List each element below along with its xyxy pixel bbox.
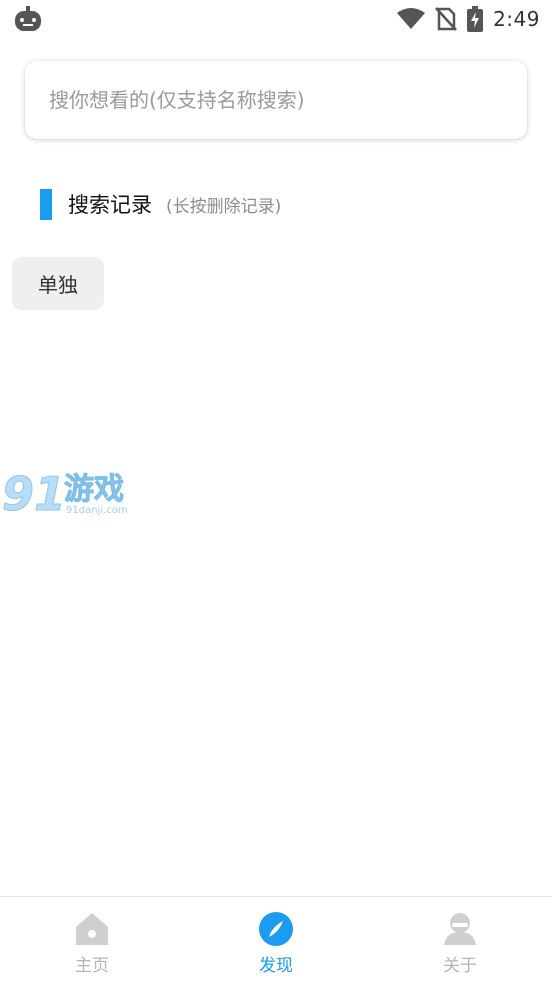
nav-item-home[interactable]: 主页 [0, 897, 184, 983]
nav-item-discover[interactable]: 发现 [184, 897, 368, 983]
nav-label-discover: 发现 [259, 956, 293, 976]
app-notification-icon [15, 6, 41, 31]
history-chip[interactable]: 单独 [12, 257, 104, 310]
battery-charging-icon [467, 6, 484, 32]
wifi-icon [397, 8, 426, 29]
svg-text:91: 91 [2, 467, 66, 520]
status-bar: 2:49 [0, 0, 552, 38]
user-icon [444, 913, 476, 945]
nav-label-about: 关于 [443, 956, 477, 976]
search-input[interactable] [49, 88, 527, 112]
section-accent-bar [40, 188, 52, 220]
search-history-title: 搜索记录 [68, 193, 152, 217]
status-icons: 2:49 [397, 5, 540, 33]
svg-text:91danji.com: 91danji.com [66, 505, 128, 516]
watermark-logo: 91 游戏 91danji.com [2, 467, 128, 521]
search-box[interactable] [25, 61, 527, 139]
search-history-hint: (长按删除记录) [166, 196, 282, 217]
status-time: 2:49 [493, 7, 540, 31]
home-icon [76, 913, 108, 945]
compass-icon [259, 912, 293, 946]
bottom-navigation: 主页 发现 关于 [0, 896, 552, 983]
svg-text:游戏: 游戏 [64, 472, 124, 507]
nav-label-home: 主页 [75, 956, 109, 976]
no-sim-icon [435, 7, 458, 31]
search-history-header: 搜索记录 (长按删除记录) [40, 187, 281, 221]
nav-item-about[interactable]: 关于 [368, 897, 552, 983]
